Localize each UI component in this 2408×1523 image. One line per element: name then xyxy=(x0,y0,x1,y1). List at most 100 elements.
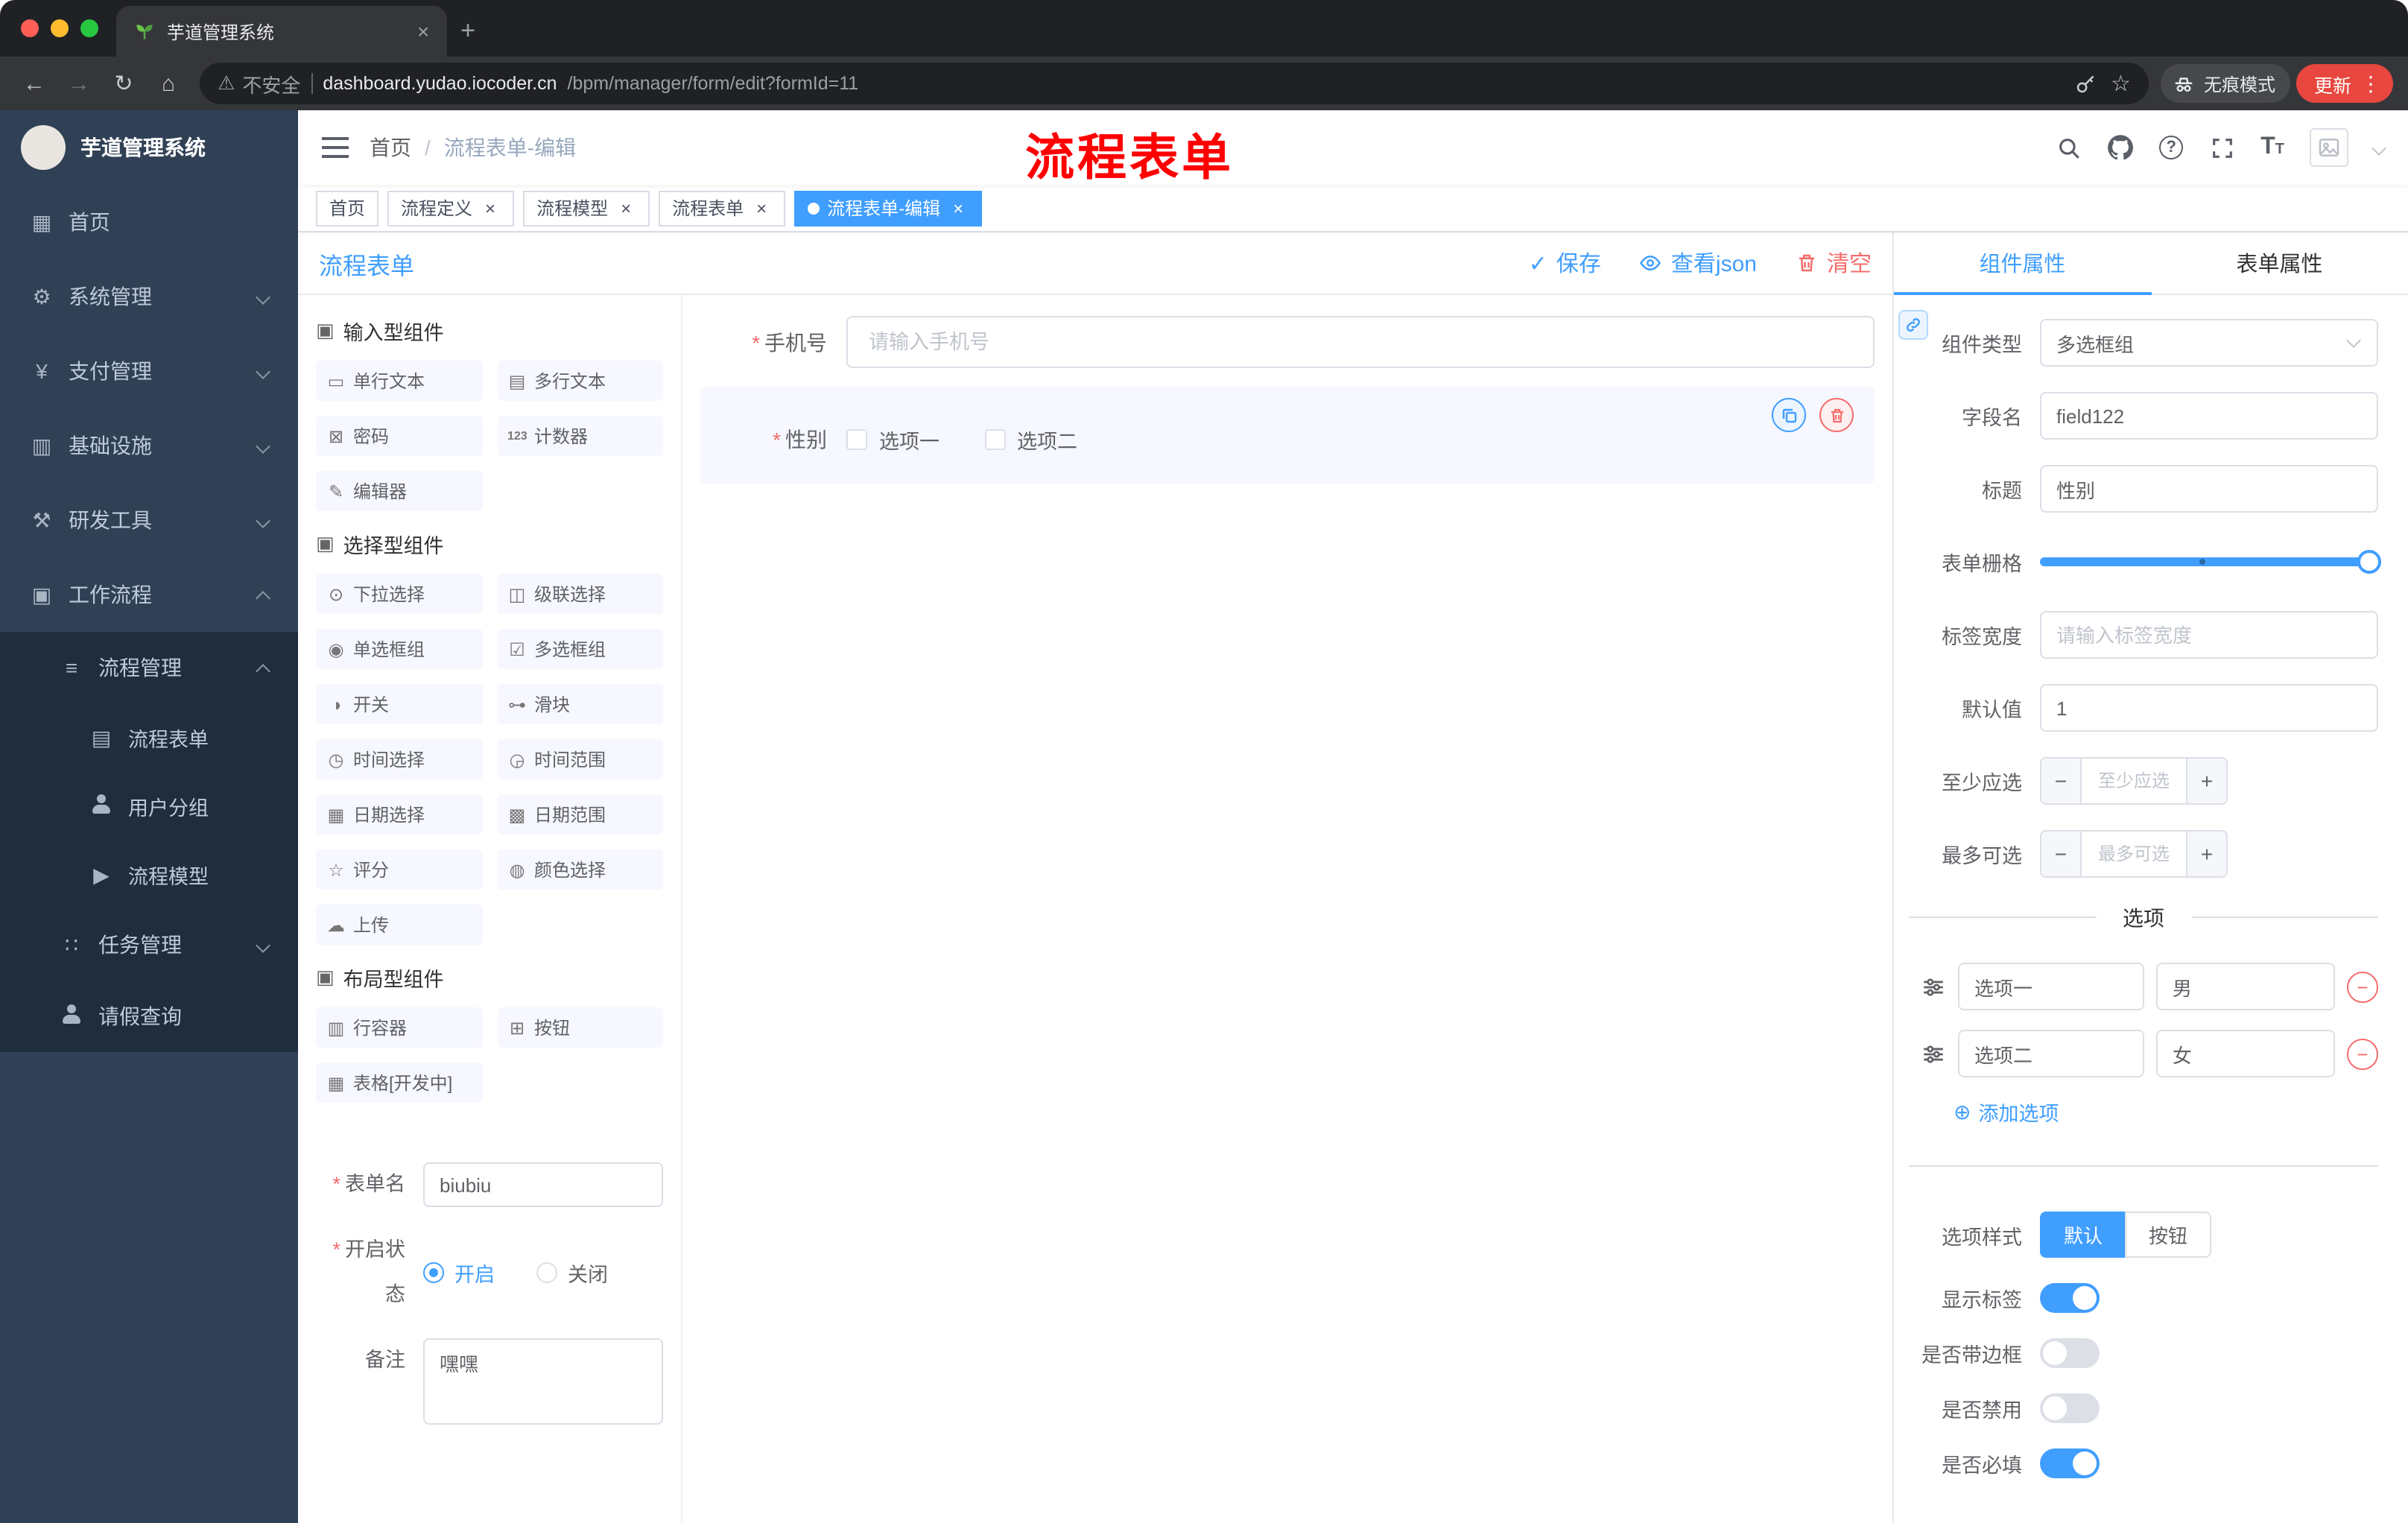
link-tag-button[interactable] xyxy=(1898,310,1928,340)
sidebar-item-system-management[interactable]: ⚙ 系统管理 xyxy=(0,259,298,334)
slider-handle[interactable] xyxy=(2357,550,2381,574)
increase-button[interactable]: + xyxy=(2186,832,2226,876)
hamburger-icon[interactable] xyxy=(322,137,349,158)
delete-widget-button[interactable] xyxy=(1819,398,1854,432)
sidebar-item-home[interactable]: ▦ 首页 xyxy=(0,185,298,259)
sidebar-item-task-management[interactable]: ∷ 任务管理 xyxy=(0,909,298,981)
tag-home[interactable]: 首页 xyxy=(316,190,379,226)
browser-tab[interactable]: 芋道管理系统 × xyxy=(116,6,447,57)
form-name-input[interactable] xyxy=(423,1162,663,1207)
max-select-input[interactable] xyxy=(2082,832,2186,876)
field-name-input[interactable] xyxy=(2040,392,2378,440)
tag-process-definition[interactable]: 流程定义 × xyxy=(387,190,515,226)
form-canvas[interactable]: * 手机号 请输入手机号 * 性别 选项一 选项二 xyxy=(682,295,1892,1523)
component-type-select[interactable]: 多选框组 xyxy=(2040,319,2378,367)
decrease-button[interactable]: − xyxy=(2041,832,2082,876)
canvas-field-gender-selected[interactable]: * 性别 选项一 选项二 xyxy=(700,386,1875,484)
sidebar-item-process-model[interactable]: ▶ 流程模型 xyxy=(0,840,298,909)
comp-row-container[interactable]: ▥ 行容器 xyxy=(316,1007,482,1048)
reload-button[interactable]: ↻ xyxy=(104,64,143,103)
status-off-radio[interactable]: 关闭 xyxy=(536,1258,608,1288)
update-browser-button[interactable]: 更新 ⋮ xyxy=(2295,64,2393,103)
required-switch[interactable] xyxy=(2040,1448,2100,1478)
tag-process-form[interactable]: 流程表单 × xyxy=(659,190,786,226)
form-remark-textarea[interactable]: 嘿嘿 xyxy=(423,1338,663,1425)
tag-close-icon[interactable]: × xyxy=(948,197,969,218)
tab-component-props[interactable]: 组件属性 xyxy=(1894,232,2151,295)
sidebar-logo[interactable]: 芋道管理系统 xyxy=(0,110,298,185)
label-width-input[interactable] xyxy=(2040,611,2378,659)
show-label-switch[interactable] xyxy=(2040,1283,2100,1313)
bookmark-star-icon[interactable]: ☆ xyxy=(2111,70,2131,97)
option-name-input[interactable] xyxy=(1958,963,2144,1010)
forward-button[interactable]: → xyxy=(60,64,98,103)
github-icon[interactable] xyxy=(2107,134,2134,161)
url-bar[interactable]: ⚠ 不安全 dashboard.yudao.iocoder.cn /bpm/ma… xyxy=(200,63,2149,104)
increase-button[interactable]: + xyxy=(2186,759,2226,803)
checkbox-box[interactable] xyxy=(984,429,1005,450)
checkbox-box[interactable] xyxy=(846,429,867,450)
password-key-icon[interactable] xyxy=(2073,72,2096,95)
avatar-caret-icon[interactable] xyxy=(2371,140,2386,155)
drag-handle-icon[interactable] xyxy=(1921,1041,1946,1066)
comp-editor[interactable]: ✎ 编辑器 xyxy=(316,471,482,511)
sidebar-item-workflow[interactable]: ▣ 工作流程 xyxy=(0,557,298,632)
option-value-input[interactable] xyxy=(2155,963,2335,1010)
back-button[interactable]: ← xyxy=(15,64,54,103)
text-size-icon[interactable]: TT xyxy=(2260,134,2284,161)
comp-date-range[interactable]: ▩ 日期范围 xyxy=(497,794,663,835)
save-button[interactable]: ✓ 保存 xyxy=(1529,247,1601,279)
security-warning[interactable]: ⚠ 不安全 xyxy=(218,69,300,98)
tag-process-model[interactable]: 流程模型 × xyxy=(523,190,650,226)
help-icon[interactable]: ? xyxy=(2159,136,2184,159)
tag-close-icon[interactable]: × xyxy=(615,197,636,218)
checkbox-option-1[interactable]: 选项一 xyxy=(846,425,940,455)
decrease-button[interactable]: − xyxy=(2041,759,2082,803)
comp-date-picker[interactable]: ▦ 日期选择 xyxy=(316,794,482,835)
add-option-button[interactable]: ⊕ 添加选项 xyxy=(1909,1097,2378,1127)
comp-radio-group[interactable]: ◉ 单选框组 xyxy=(316,629,482,669)
style-button-button[interactable]: 按钮 xyxy=(2125,1212,2212,1258)
browser-menu-icon[interactable]: ⋮ xyxy=(2360,71,2381,96)
tag-process-form-edit[interactable]: 流程表单-编辑 × xyxy=(794,190,983,226)
style-default-button[interactable]: 默认 xyxy=(2040,1212,2126,1258)
sidebar-item-payment-management[interactable]: ¥ 支付管理 xyxy=(0,334,298,408)
phone-input[interactable] xyxy=(846,316,1875,368)
comp-multi-line-text[interactable]: ▤ 多行文本 xyxy=(497,361,663,401)
comp-single-line-text[interactable]: ▭ 单行文本 xyxy=(316,361,482,401)
tag-close-icon[interactable]: × xyxy=(751,197,772,218)
canvas-field-phone[interactable]: * 手机号 xyxy=(700,316,1875,368)
min-select-input[interactable] xyxy=(2082,759,2186,803)
border-switch[interactable] xyxy=(2040,1338,2100,1368)
sidebar-item-process-management[interactable]: ≡ 流程管理 xyxy=(0,632,298,703)
comp-select[interactable]: ⊙ 下拉选择 xyxy=(316,574,482,614)
minimize-window-button[interactable] xyxy=(51,19,69,37)
close-window-button[interactable] xyxy=(21,19,39,37)
option-value-input[interactable] xyxy=(2155,1030,2335,1077)
comp-slider[interactable]: ⊶ 滑块 xyxy=(497,684,663,724)
remove-option-button[interactable]: − xyxy=(2347,1038,2378,1069)
comp-counter[interactable]: 123 计数器 xyxy=(497,416,663,456)
checkbox-option-2[interactable]: 选项二 xyxy=(984,425,1077,455)
sidebar-item-process-form[interactable]: ▤ 流程表单 xyxy=(0,703,298,772)
comp-switch[interactable]: ◑ 开关 xyxy=(316,684,482,724)
comp-time-picker[interactable]: ◷ 时间选择 xyxy=(316,739,482,779)
home-button[interactable]: ⌂ xyxy=(149,64,188,103)
fullscreen-icon[interactable] xyxy=(2208,134,2235,161)
title-input[interactable] xyxy=(2040,465,2378,513)
avatar[interactable] xyxy=(2310,128,2348,167)
sidebar-item-dev-tools[interactable]: ⚒ 研发工具 xyxy=(0,483,298,557)
sidebar-item-infrastructure[interactable]: ▥ 基础设施 xyxy=(0,408,298,483)
option-name-input[interactable] xyxy=(1958,1030,2144,1077)
comp-button[interactable]: ⊞ 按钮 xyxy=(497,1007,663,1048)
disabled-switch[interactable] xyxy=(2040,1393,2100,1423)
tab-form-props[interactable]: 表单属性 xyxy=(2151,232,2408,294)
drag-handle-icon[interactable] xyxy=(1921,974,1946,999)
remove-option-button[interactable]: − xyxy=(2347,971,2378,1002)
tag-close-icon[interactable]: × xyxy=(480,197,501,218)
breadcrumb-home[interactable]: 首页 xyxy=(370,133,411,162)
comp-rate[interactable]: ☆ 评分 xyxy=(316,849,482,890)
comp-upload[interactable]: ☁ 上传 xyxy=(316,905,482,945)
view-json-button[interactable]: 查看json xyxy=(1640,247,1757,279)
search-icon[interactable] xyxy=(2055,134,2082,161)
